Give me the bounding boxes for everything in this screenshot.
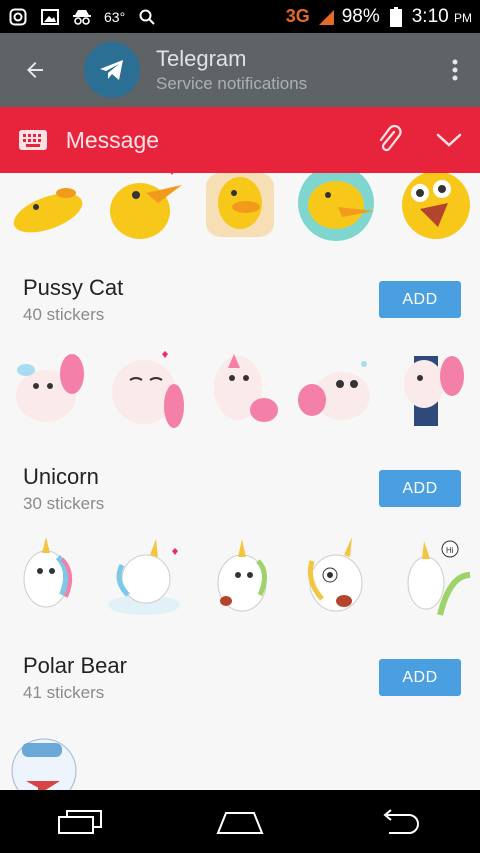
- sticker-unicorn[interactable]: Hi: [390, 535, 474, 619]
- sticker-cat[interactable]: [390, 346, 474, 430]
- sticker-row-polar-bear: [0, 721, 480, 790]
- pack-count: 40 stickers: [23, 305, 105, 324]
- add-pack-button[interactable]: ADD: [379, 659, 461, 696]
- status-bar: 63° 3G 98% 3:10 PM: [0, 0, 480, 33]
- incognito-icon: [72, 8, 92, 26]
- sticker-duck[interactable]: [102, 173, 186, 245]
- message-composer: [0, 107, 480, 173]
- back-nav-button[interactable]: [360, 790, 440, 853]
- more-vert-icon: [452, 59, 458, 81]
- sticker-duck[interactable]: [198, 173, 282, 245]
- clock-ampm: PM: [454, 10, 472, 25]
- svg-text:Hi: Hi: [446, 546, 454, 555]
- recent-apps-button[interactable]: [40, 790, 120, 853]
- sticker-unicorn[interactable]: [6, 535, 90, 619]
- sticker-row-duck: [0, 173, 480, 245]
- paperclip-icon: [379, 125, 402, 152]
- temperature-text: 63°: [104, 8, 126, 25]
- image-icon: [40, 8, 60, 26]
- expand-button[interactable]: [418, 107, 480, 173]
- sticker-row-unicorn: Hi: [0, 535, 480, 619]
- avatar[interactable]: [84, 42, 140, 98]
- pack-count: 41 stickers: [23, 683, 105, 702]
- sticker-pack-pussy-cat: Pussy Cat 40 stickers ADD: [0, 275, 480, 345]
- sticker-cat[interactable]: [102, 346, 186, 430]
- keyboard-toggle-button[interactable]: [0, 107, 66, 173]
- sticker-list[interactable]: Pussy Cat 40 stickers ADD Unicorn 30 sti…: [0, 173, 480, 790]
- chat-header[interactable]: Telegram Service notifications: [156, 46, 430, 94]
- chat-title: Telegram: [156, 46, 247, 71]
- sticker-cat[interactable]: [6, 346, 90, 430]
- sticker-unicorn[interactable]: [102, 535, 186, 619]
- home-icon: [216, 811, 264, 834]
- sticker-duck[interactable]: [294, 173, 378, 245]
- pack-title: Unicorn: [23, 464, 99, 489]
- telegram-plane-icon: [100, 60, 123, 80]
- system-navigation-bar: [0, 790, 480, 853]
- attach-button[interactable]: [362, 107, 418, 173]
- home-button[interactable]: [200, 790, 280, 853]
- pack-title: Pussy Cat: [23, 275, 124, 300]
- sticker-cat[interactable]: [198, 346, 282, 430]
- pack-title: Polar Bear: [23, 653, 127, 678]
- pack-count: 30 stickers: [23, 494, 105, 513]
- sticker-polar-bear[interactable]: [4, 721, 88, 790]
- sticker-unicorn[interactable]: [294, 535, 378, 619]
- arrow-left-icon: [27, 62, 43, 78]
- signal-icon: [316, 8, 336, 26]
- sticker-cat[interactable]: [294, 346, 378, 430]
- message-input[interactable]: [65, 107, 362, 173]
- network-type: 3G: [285, 6, 310, 26]
- chevron-down-icon: [436, 133, 462, 147]
- sticker-duck[interactable]: [390, 173, 474, 245]
- battery-percent: 98%: [341, 5, 380, 27]
- app-bar: Telegram Service notifications: [0, 33, 480, 107]
- clock-time: 3:10: [411, 5, 449, 27]
- back-button[interactable]: [0, 33, 70, 107]
- instagram-icon: [8, 8, 28, 26]
- keyboard-icon: [18, 130, 47, 150]
- add-pack-button[interactable]: ADD: [379, 470, 461, 507]
- recent-apps-icon: [58, 809, 102, 834]
- sticker-pack-polar-bear: Polar Bear 41 stickers ADD: [0, 653, 480, 723]
- sticker-duck[interactable]: [6, 173, 90, 245]
- chat-subtitle: Service notifications: [156, 74, 308, 93]
- clock: 3:10 PM: [412, 6, 472, 28]
- more-menu-button[interactable]: [430, 33, 480, 107]
- battery-icon: [386, 6, 406, 27]
- search-icon: [137, 8, 157, 26]
- sticker-row-pussy-cat: [0, 346, 480, 430]
- sticker-unicorn[interactable]: [198, 535, 282, 619]
- sticker-pack-unicorn: Unicorn 30 stickers ADD: [0, 464, 480, 534]
- back-arrow-icon: [383, 808, 419, 834]
- add-pack-button[interactable]: ADD: [379, 281, 461, 318]
